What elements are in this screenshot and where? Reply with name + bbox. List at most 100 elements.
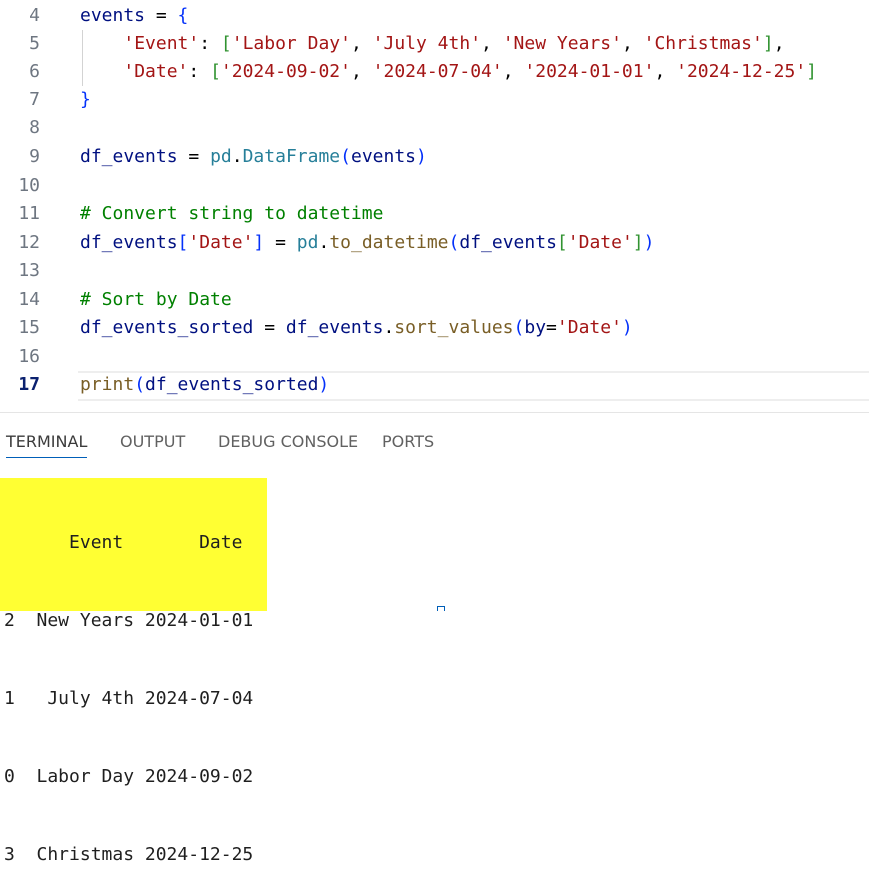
code-token: 'Event': [123, 33, 200, 54]
current-line-highlight[interactable]: print(df_events_sorted): [78, 371, 869, 401]
code-token: ,: [350, 61, 373, 82]
code-line-12[interactable]: 12 df_events['Date'] = pd.to_datetime(df…: [0, 229, 869, 257]
panel-tab-bar: TERMINAL OUTPUT DEBUG CONSOLE PORTS: [0, 422, 869, 466]
code-token: '2024-09-02': [220, 61, 351, 82]
tab-debug-console[interactable]: DEBUG CONSOLE: [218, 432, 358, 457]
code-token: =: [177, 146, 211, 167]
line-number: 11: [18, 203, 40, 224]
code-token: [: [220, 33, 232, 54]
code-token: df_events: [459, 232, 557, 253]
code-line-14[interactable]: 14 # Sort by Date: [0, 286, 869, 314]
code-line-8[interactable]: 8: [0, 114, 869, 142]
code-token: [: [177, 232, 189, 253]
line-number: 16: [18, 346, 40, 367]
code-token: pd: [296, 232, 319, 253]
code-text[interactable]: events = {: [80, 2, 188, 30]
code-text[interactable]: df_events = pd.DataFrame(events): [80, 143, 427, 171]
code-token: '2024-01-01': [524, 61, 655, 82]
code-token: ): [643, 232, 655, 253]
line-number: 9: [29, 146, 40, 167]
terminal-line: 2 New Years 2024-01-01: [4, 610, 254, 631]
code-token: (: [513, 317, 525, 338]
line-number: 13: [18, 260, 40, 281]
line-number: 15: [18, 317, 40, 338]
line-number: 8: [29, 117, 40, 138]
code-token: {: [177, 5, 189, 26]
code-token: 'Christmas': [643, 33, 763, 54]
code-token: df_events: [80, 232, 178, 253]
code-token: ,: [481, 33, 503, 54]
code-token: :: [188, 61, 211, 82]
code-editor[interactable]: 4 events = { 5 'Event': ['Labor Day', 'J…: [0, 0, 869, 410]
code-token: sort_values: [394, 317, 514, 338]
code-text[interactable]: # Convert string to datetime: [80, 200, 383, 228]
code-token: ): [416, 146, 427, 167]
code-token: ,: [654, 61, 677, 82]
code-token: ]: [253, 232, 265, 253]
code-line-15[interactable]: 15 df_events_sorted = df_events.sort_val…: [0, 314, 869, 342]
code-token: =: [264, 232, 297, 253]
code-token: events: [80, 5, 146, 26]
code-text[interactable]: # Sort by Date: [80, 286, 232, 314]
code-line-13[interactable]: 13: [0, 257, 869, 285]
code-text[interactable]: print(df_events_sorted): [80, 371, 329, 399]
code-token: to_datetime: [329, 232, 449, 253]
line-number: 7: [29, 89, 40, 110]
line-number: 5: [29, 33, 40, 54]
tab-output[interactable]: OUTPUT: [120, 432, 185, 457]
code-token: :: [199, 33, 221, 54]
code-token: # Convert string to datetime: [80, 203, 384, 224]
code-token: 'Date': [123, 61, 189, 82]
code-token: (: [340, 146, 351, 167]
tab-terminal[interactable]: TERMINAL: [6, 432, 88, 458]
code-token: df_events_sorted: [145, 374, 319, 395]
code-text[interactable]: }: [80, 86, 91, 114]
code-token: 'New Years': [502, 33, 622, 54]
code-token: =: [145, 5, 178, 26]
code-token: =: [253, 317, 286, 338]
line-number: 10: [18, 175, 40, 196]
code-line-6[interactable]: 6 'Date': ['2024-09-02', '2024-07-04', '…: [0, 58, 869, 86]
code-line-7[interactable]: 7 }: [0, 86, 869, 114]
code-token: 'Date': [556, 317, 622, 338]
code-line-11[interactable]: 11 # Convert string to datetime: [0, 200, 869, 228]
code-text[interactable]: df_events_sorted = df_events.sort_values…: [80, 314, 633, 342]
line-number: 6: [29, 61, 40, 82]
code-text[interactable]: 'Date': ['2024-09-02', '2024-07-04', '20…: [80, 58, 817, 86]
terminal-line: 1 July 4th 2024-07-04: [4, 688, 254, 709]
code-token: 'Date': [188, 232, 254, 253]
code-text[interactable]: df_events['Date'] = pd.to_datetime(df_ev…: [80, 229, 654, 257]
code-token: ]: [806, 61, 818, 82]
code-token: [: [556, 232, 568, 253]
code-token: .: [383, 317, 395, 338]
code-text[interactable]: 'Event': ['Labor Day', 'July 4th', 'New …: [80, 30, 784, 58]
tab-ports[interactable]: PORTS: [382, 432, 434, 457]
code-token: }: [80, 89, 91, 110]
line-number: 4: [29, 5, 40, 26]
code-token: .: [231, 146, 243, 167]
code-token: =: [546, 317, 557, 338]
code-line-4[interactable]: 4 events = {: [0, 2, 869, 30]
code-line-10[interactable]: 10: [0, 172, 869, 200]
terminal-output[interactable]: Event Date 2 New Years 2024-01-01 1 July…: [0, 478, 267, 865]
code-token: ): [318, 374, 330, 395]
code-token: '2024-07-04': [372, 61, 503, 82]
code-token: df_events: [80, 146, 178, 167]
code-token: print: [80, 374, 135, 395]
code-token: ,: [502, 61, 525, 82]
code-token: 'July 4th': [372, 33, 482, 54]
code-token: '2024-12-25': [676, 61, 807, 82]
terminal-line: Event Date: [4, 532, 243, 553]
terminal-line: 3 Christmas 2024-12-25: [4, 844, 254, 865]
terminal-line: 0 Labor Day 2024-09-02: [4, 766, 254, 787]
code-line-16[interactable]: 16: [0, 343, 869, 371]
code-line-5[interactable]: 5 'Event': ['Labor Day', 'July 4th', 'Ne…: [0, 30, 869, 58]
code-line-9[interactable]: 9 df_events = pd.DataFrame(events): [0, 143, 869, 171]
code-token: ]: [632, 232, 644, 253]
code-token: df_events: [285, 317, 384, 338]
panel-divider[interactable]: [0, 412, 869, 413]
line-number: 14: [18, 289, 40, 310]
code-token: [: [210, 61, 221, 82]
